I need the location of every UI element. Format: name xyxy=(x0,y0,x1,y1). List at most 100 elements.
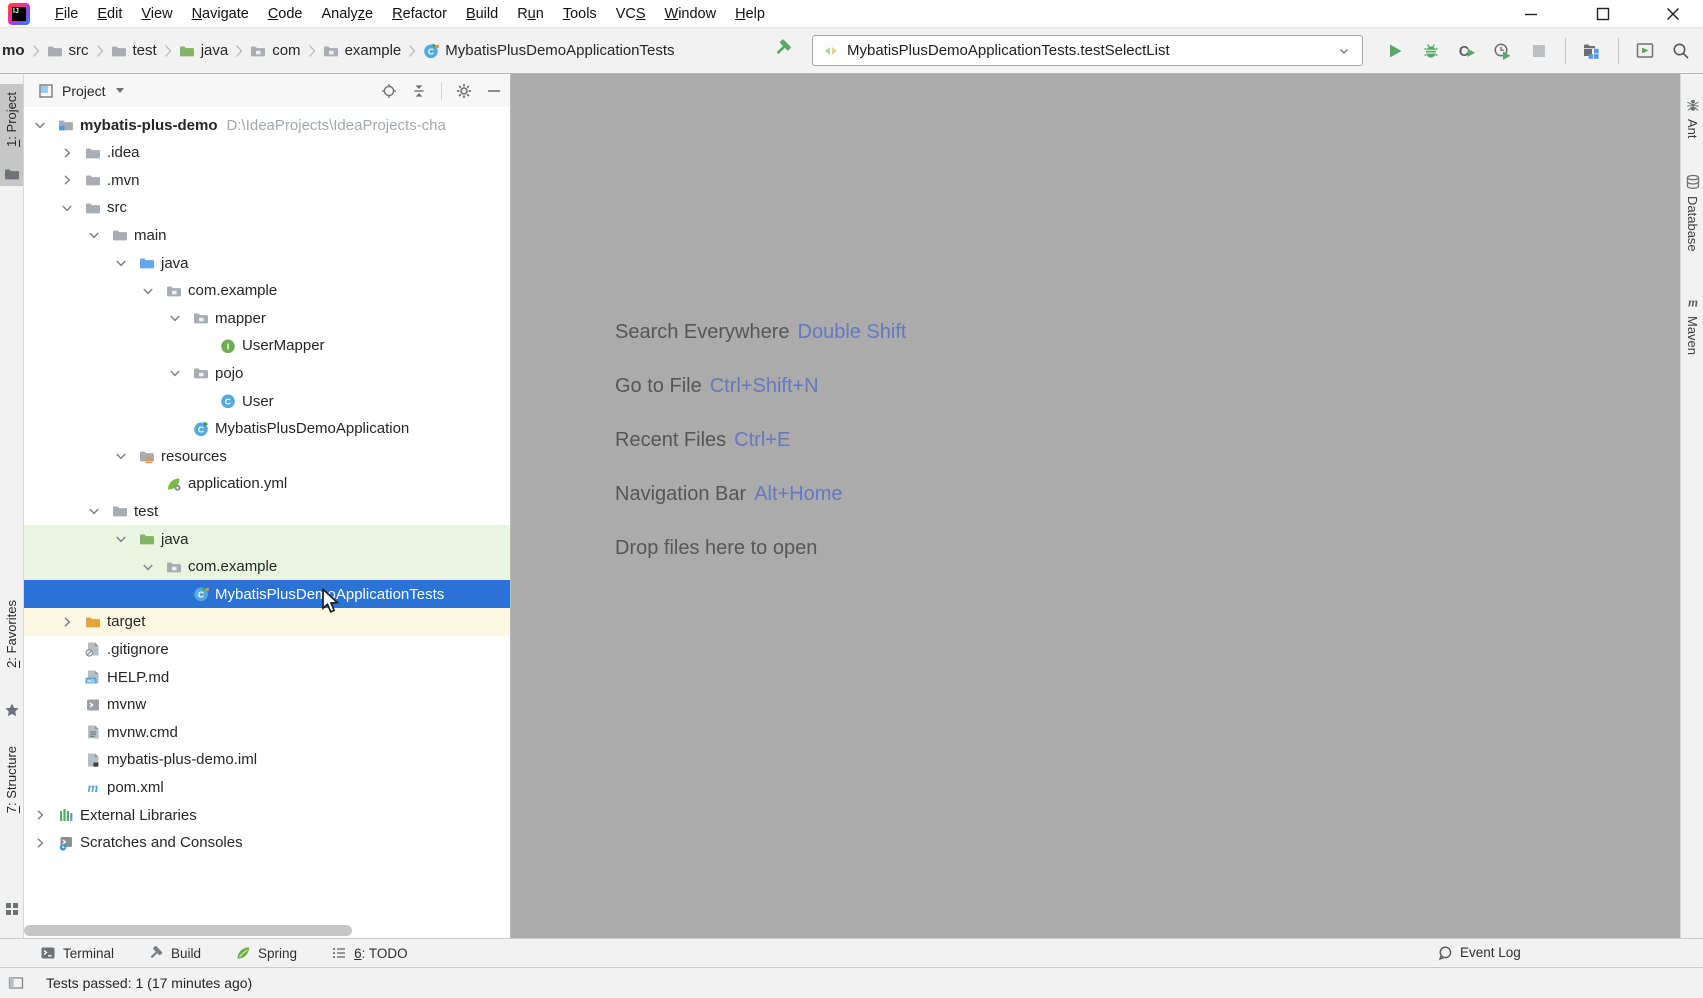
event-log-bubble-icon xyxy=(1437,945,1453,961)
tree-row-external-libraries[interactable]: External Libraries xyxy=(24,801,510,829)
debug-button[interactable] xyxy=(1421,41,1441,61)
hide-panel-button[interactable] xyxy=(486,83,502,99)
toolwindow-toggle-icon[interactable] xyxy=(8,975,24,991)
menu-tools[interactable]: Tools xyxy=(563,6,597,22)
breadcrumb-item[interactable]: mo xyxy=(2,42,25,59)
righttab-label: Database xyxy=(1685,196,1700,252)
righttab-database[interactable]: Database xyxy=(1681,174,1703,252)
tree-row-scratches-and-consoles[interactable]: Scratches and Consoles xyxy=(24,829,510,857)
run-button[interactable] xyxy=(1385,41,1405,61)
tree-row-java[interactable]: java xyxy=(24,249,510,277)
breadcrumb-item[interactable]: test xyxy=(111,42,157,59)
bottomtab-spring[interactable]: Spring xyxy=(235,945,297,961)
tree-row-resources[interactable]: resources xyxy=(24,442,510,470)
bottomtab-build[interactable]: Build xyxy=(148,945,201,961)
locate-file-button[interactable] xyxy=(381,83,397,99)
profiler-button[interactable] xyxy=(1493,41,1513,61)
run-with-coverage-button[interactable]: C xyxy=(1457,41,1477,61)
chevron-down-icon[interactable] xyxy=(113,255,129,271)
minimize-button[interactable] xyxy=(1508,0,1554,28)
chevron-down-icon[interactable] xyxy=(140,559,156,575)
chevron-right-icon[interactable] xyxy=(59,145,75,161)
shortcut-label: Go to File xyxy=(615,375,702,398)
tree-item-label: mybatis-plus-demo.iml xyxy=(107,751,257,768)
tree-row-mvnw[interactable]: mvnw xyxy=(24,691,510,719)
tree-row-pojo[interactable]: pojo xyxy=(24,359,510,387)
chevron-right-icon[interactable] xyxy=(32,807,48,823)
menu-refactor[interactable]: Refactor xyxy=(392,6,447,22)
righttab-ant[interactable]: Ant xyxy=(1681,97,1703,139)
chevron-down-icon[interactable] xyxy=(32,117,48,133)
chevron-right-icon[interactable] xyxy=(59,172,75,188)
breadcrumb-separator-icon xyxy=(235,44,243,58)
chevron-down-icon[interactable] xyxy=(59,200,75,216)
tree-row-mvnw.cmd[interactable]: mvnw.cmd xyxy=(24,718,510,746)
tree-row-mybatis-plus-demo.iml[interactable]: mybatis-plus-demo.iml xyxy=(24,746,510,774)
breadcrumb-item[interactable]: CMybatisPlusDemoApplicationTests xyxy=(423,42,674,59)
tree-row-help.md[interactable]: MDHELP.md xyxy=(24,663,510,691)
menu-code[interactable]: Code xyxy=(268,6,303,22)
tree-row-.idea[interactable]: .idea xyxy=(24,139,510,167)
tree-row-user[interactable]: CUser xyxy=(24,387,510,415)
chevron-down-icon[interactable] xyxy=(113,448,129,464)
chevron-right-icon[interactable] xyxy=(59,614,75,630)
tree-row-test[interactable]: test xyxy=(24,497,510,525)
collapse-all-button[interactable] xyxy=(411,83,427,99)
search-everywhere-button[interactable] xyxy=(1671,41,1691,61)
project-view-selector[interactable]: Project xyxy=(38,83,124,99)
tree-row-.mvn[interactable]: .mvn xyxy=(24,166,510,194)
tree-row-src[interactable]: src xyxy=(24,194,510,222)
tree-row-mapper[interactable]: mapper xyxy=(24,304,510,332)
menu-vcs[interactable]: VCS xyxy=(616,6,646,22)
project-structure-button[interactable] xyxy=(1582,41,1602,61)
tree-row-com.example[interactable]: com.example xyxy=(24,553,510,581)
menu-run[interactable]: Run xyxy=(517,6,544,22)
menu-edit[interactable]: Edit xyxy=(97,6,122,22)
tree-row-target[interactable]: target xyxy=(24,608,510,636)
menu-view[interactable]: View xyxy=(141,6,172,22)
chevron-spacer xyxy=(59,724,75,740)
tree-row-usermapper[interactable]: IUserMapper xyxy=(24,332,510,360)
close-button[interactable] xyxy=(1650,0,1696,28)
tree-horizontal-scrollbar[interactable] xyxy=(24,925,510,936)
tree-item-label: mvnw xyxy=(107,696,146,713)
chevron-down-icon[interactable] xyxy=(86,227,102,243)
run-actions: C xyxy=(1385,28,1691,73)
menu-window[interactable]: Window xyxy=(665,6,717,22)
breadcrumb-item[interactable]: com xyxy=(250,42,300,59)
breadcrumb-item[interactable]: src xyxy=(47,42,89,59)
menu-help[interactable]: Help xyxy=(735,6,765,22)
menu-navigate[interactable]: Navigate xyxy=(192,6,249,22)
tree-row-mybatis-plus-demo[interactable]: mybatis-plus-demoD:\IdeaProjects\IdeaPro… xyxy=(24,111,510,139)
menu-file[interactable]: File xyxy=(55,6,78,22)
breadcrumb-label: java xyxy=(201,42,229,59)
tree-row-main[interactable]: main xyxy=(24,221,510,249)
bottomtab-terminal[interactable]: Terminal xyxy=(40,945,114,961)
tree-row-com.example[interactable]: com.example xyxy=(24,277,510,305)
chevron-down-icon[interactable] xyxy=(113,531,129,547)
chevron-right-icon[interactable] xyxy=(32,835,48,851)
menu-analyze[interactable]: Analyze xyxy=(322,6,374,22)
maximize-button[interactable] xyxy=(1580,0,1626,28)
run-tool-window-button[interactable] xyxy=(1635,41,1655,61)
sidebar-tab-project[interactable]: 1: Project xyxy=(0,84,23,186)
build-project-button[interactable] xyxy=(773,38,793,58)
event-log-button[interactable]: Event Log xyxy=(1437,938,1521,967)
chevron-down-icon[interactable] xyxy=(140,283,156,299)
tree-row-java[interactable]: java xyxy=(24,525,510,553)
tree-row-mybatisplusdemoapplicationtests[interactable]: CMybatisPlusDemoApplicationTests xyxy=(24,580,510,608)
bottomtab-6--todo[interactable]: 6: TODO xyxy=(331,945,408,961)
tree-row-application.yml[interactable]: application.yml xyxy=(24,470,510,498)
tree-row-.gitignore[interactable]: .gitignore xyxy=(24,635,510,663)
breadcrumb-item[interactable]: java xyxy=(179,42,229,59)
tree-row-pom.xml[interactable]: mpom.xml xyxy=(24,773,510,801)
righttab-maven[interactable]: mMaven xyxy=(1681,294,1703,355)
breadcrumb-item[interactable]: example xyxy=(323,42,402,59)
run-configuration-select[interactable]: MybatisPlusDemoApplicationTests.testSele… xyxy=(812,35,1363,66)
chevron-down-icon[interactable] xyxy=(86,503,102,519)
menu-build[interactable]: Build xyxy=(466,6,498,22)
chevron-down-icon[interactable] xyxy=(167,310,183,326)
panel-settings-button[interactable] xyxy=(456,83,472,99)
tree-row-mybatisplusdemoapplication[interactable]: CMybatisPlusDemoApplication xyxy=(24,415,510,443)
chevron-down-icon[interactable] xyxy=(167,365,183,381)
